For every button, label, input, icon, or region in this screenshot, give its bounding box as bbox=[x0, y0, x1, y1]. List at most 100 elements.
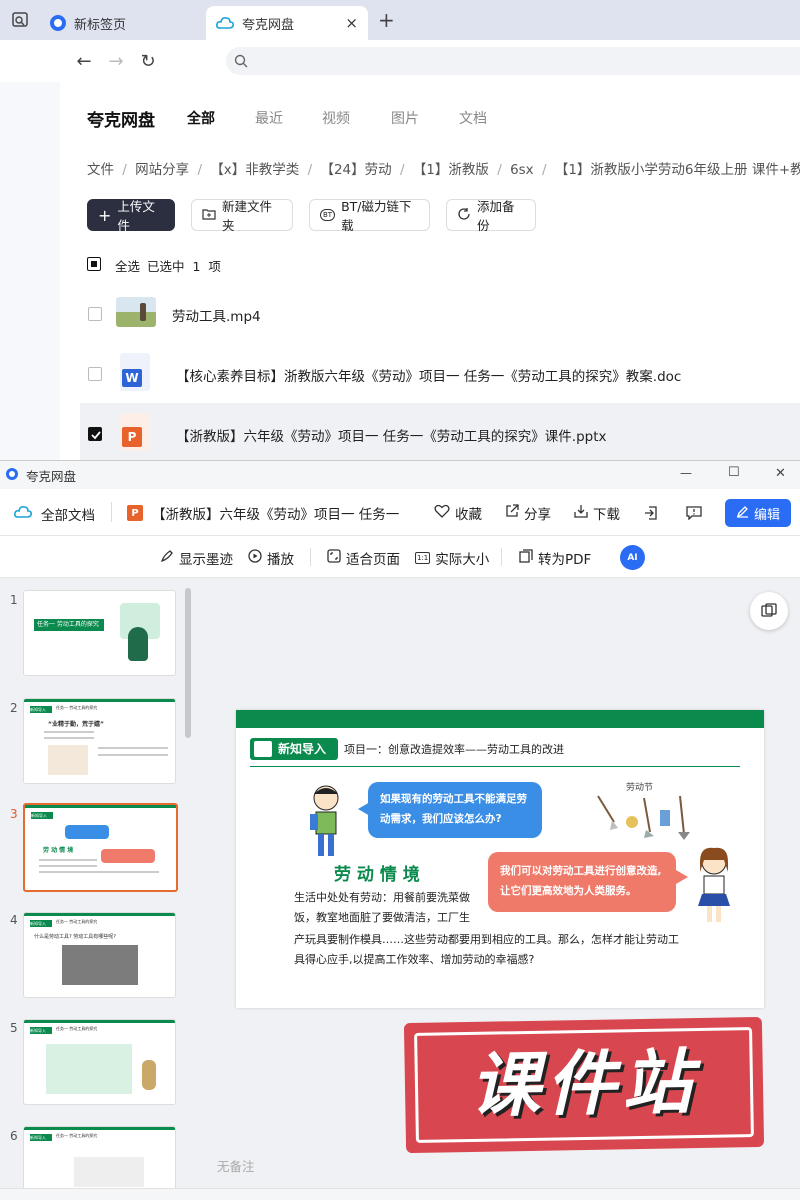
girl-illustration bbox=[694, 846, 734, 926]
file-row-selected[interactable]: P 【浙教版】六年级《劳动》项目一 任务一《劳动工具的探究》课件.pptx bbox=[80, 403, 800, 463]
slide-thumbnail-1[interactable]: 任务一 劳动工具的探究 bbox=[23, 590, 176, 676]
quark-logo: 夸克网盘 bbox=[87, 111, 155, 131]
slide-body-line: 具得心应手,以提高工作效率、增加劳动的幸福感? bbox=[294, 953, 535, 966]
url-input[interactable] bbox=[226, 47, 800, 75]
viewer-toolbar bbox=[0, 537, 800, 578]
tab-new-tab[interactable]: 新标签页 bbox=[40, 6, 206, 40]
back-button[interactable]: ← bbox=[74, 51, 94, 72]
new-folder-button[interactable]: 新建文件夹 bbox=[191, 199, 293, 233]
minimize-button[interactable]: — bbox=[680, 466, 692, 480]
thumbnail-scrollbar[interactable] bbox=[185, 588, 191, 738]
page-number: 4 bbox=[10, 913, 18, 927]
nav-video[interactable]: 视频 bbox=[322, 108, 350, 128]
ai-assistant-icon[interactable]: AI bbox=[620, 545, 645, 570]
breadcrumb-item[interactable]: 网站分享 bbox=[135, 162, 189, 178]
slide-header-text: 项目一：创意改造提效率——劳动工具的改进 bbox=[344, 743, 564, 756]
file-name: 劳动工具.mp4 bbox=[172, 309, 261, 325]
breadcrumb-item[interactable]: 文件 bbox=[87, 162, 114, 178]
breadcrumb-item[interactable]: 6sx bbox=[510, 162, 534, 178]
sidebar-strip bbox=[0, 82, 60, 460]
add-backup-button[interactable]: 添加备份 bbox=[446, 199, 536, 233]
cloud-icon bbox=[216, 16, 234, 30]
breadcrumb: 文件 / 网站分享 / 【x】非教学类 / 【24】劳动 / 【1】浙教版 / … bbox=[87, 158, 800, 178]
edit-button[interactable]: 编辑 bbox=[725, 499, 791, 527]
sync-icon bbox=[457, 207, 471, 224]
question-bubble: 如果现有的劳动工具不能满足劳动需求，我们应该怎么办? bbox=[368, 782, 542, 838]
file-row[interactable]: W 【核心素养目标】浙教版六年级《劳动》项目一 任务一《劳动工具的探究》教案.d… bbox=[80, 343, 800, 403]
export-icon[interactable] bbox=[644, 505, 658, 524]
show-ink-button[interactable]: 显示墨迹 bbox=[160, 548, 233, 568]
breadcrumb-item[interactable]: 【24】劳动 bbox=[320, 162, 391, 178]
page-number: 6 bbox=[10, 1129, 18, 1143]
nav-recent[interactable]: 最近 bbox=[255, 108, 283, 128]
select-all-checkbox[interactable] bbox=[87, 257, 101, 271]
pencil-icon bbox=[736, 505, 749, 522]
download-icon bbox=[574, 504, 588, 522]
word-file-icon: W bbox=[120, 353, 150, 391]
screen-translate-icon[interactable] bbox=[750, 592, 788, 630]
close-window-button[interactable]: ✕ bbox=[775, 466, 786, 481]
notes-placeholder: 无备注 bbox=[217, 1159, 255, 1174]
slide-thumbnail-2[interactable]: 新知导入 任务一 劳动工具的探究 “业精于勤，荒于嬉” bbox=[23, 698, 176, 784]
slide-thumbnail-5[interactable]: 新知导入 任务一 劳动工具的探究 bbox=[23, 1019, 176, 1105]
slide-thumbnail-4[interactable]: 新知导入 任务一 劳动工具的探究 什么是劳动工具? 劳动工具有哪些呢? bbox=[23, 912, 176, 998]
answer-bubble: 我们可以对劳动工具进行创意改造,让它们更高效地为人类服务。 bbox=[488, 852, 676, 912]
boy-illustration bbox=[306, 784, 346, 864]
window-title: 夸克网盘 bbox=[26, 469, 77, 484]
viewer-status-bar bbox=[0, 1188, 800, 1200]
page-number: 2 bbox=[10, 701, 18, 715]
maximize-button[interactable]: ☐ bbox=[728, 465, 740, 480]
convert-pdf-button[interactable]: 转为PDF bbox=[519, 548, 591, 568]
cloud-icon bbox=[14, 505, 32, 523]
quark-logo-icon bbox=[6, 468, 18, 480]
close-tab-icon[interactable]: × bbox=[345, 14, 358, 32]
folder-plus-icon bbox=[202, 208, 216, 223]
file-checkbox[interactable] bbox=[88, 307, 102, 321]
document-title: P 【浙教版】六年级《劳动》项目一 任务一 bbox=[127, 503, 399, 523]
tab-quark-drive[interactable]: 夸克网盘 × bbox=[206, 6, 368, 40]
slide-body-line: 产玩具要制作模具……这些劳动都要用到相应的工具。那么，怎样才能让劳动工 bbox=[294, 933, 679, 946]
video-thumbnail bbox=[116, 297, 156, 327]
actual-size-button[interactable]: 1:1 实际大小 bbox=[415, 548, 489, 568]
ppt-file-icon: P bbox=[127, 505, 143, 521]
fit-page-button[interactable]: 适合页面 bbox=[327, 548, 400, 568]
file-checkbox-checked[interactable] bbox=[88, 427, 102, 441]
viewer-header bbox=[0, 490, 800, 536]
slide-title: 劳 动 情 境 bbox=[334, 865, 420, 885]
download-button[interactable]: 下载 bbox=[574, 503, 620, 523]
new-tab-button[interactable]: + bbox=[378, 8, 395, 32]
browser-tab-bar: 新标签页 夸克网盘 × + bbox=[0, 0, 800, 40]
bt-download-button[interactable]: BT BT/磁力链下载 bbox=[309, 199, 430, 233]
forward-button[interactable]: → bbox=[106, 51, 126, 72]
file-name: 【浙教版】六年级《劳动》项目一 任务一《劳动工具的探究》课件.pptx bbox=[176, 429, 607, 445]
share-icon bbox=[505, 504, 519, 522]
nav-document[interactable]: 文档 bbox=[459, 108, 487, 128]
share-button[interactable]: 分享 bbox=[505, 503, 551, 523]
page-number: 1 bbox=[10, 593, 18, 607]
nav-image[interactable]: 图片 bbox=[391, 108, 419, 128]
upload-button[interactable]: + 上传文件 bbox=[87, 199, 175, 233]
tab-list-icon[interactable] bbox=[10, 10, 30, 30]
favorite-button[interactable]: 收藏 bbox=[434, 503, 482, 523]
page-number-current: 3 bbox=[10, 807, 18, 821]
reload-button[interactable]: ↻ bbox=[138, 51, 158, 72]
breadcrumb-item[interactable]: 【x】非教学类 bbox=[210, 162, 299, 178]
slide-body-line: 生活中处处有劳动：用餐前要洗菜做 bbox=[294, 891, 470, 904]
all-documents-button[interactable]: 全部文档 bbox=[14, 504, 95, 524]
nav-all[interactable]: 全部 bbox=[187, 108, 215, 128]
watermark-text: 课件站 bbox=[469, 1041, 699, 1127]
page-number: 5 bbox=[10, 1021, 18, 1035]
select-all-label: 全选 bbox=[115, 259, 141, 274]
current-slide: 新知导入 项目一：创意改造提效率——劳动工具的改进 如果现有的劳动工具不能满足劳… bbox=[236, 710, 764, 1008]
search-icon bbox=[234, 53, 248, 72]
play-button[interactable]: 播放 bbox=[248, 548, 294, 568]
file-row[interactable]: 劳动工具.mp4 bbox=[80, 283, 800, 343]
plus-icon: + bbox=[98, 205, 112, 225]
file-name: 【核心素养目标】浙教版六年级《劳动》项目一 任务一《劳动工具的探究》教案.doc bbox=[176, 369, 682, 385]
breadcrumb-item[interactable]: 【1】浙教版 bbox=[413, 162, 489, 178]
slide-thumbnail-3-current[interactable]: 新知导入 劳 动 情 境 bbox=[23, 803, 178, 892]
feedback-icon[interactable] bbox=[686, 505, 702, 524]
breadcrumb-item[interactable]: 【1】浙教版小学劳动6年级上册 课件+教案 bbox=[555, 162, 800, 178]
fit-page-icon bbox=[327, 549, 341, 567]
file-checkbox[interactable] bbox=[88, 367, 102, 381]
